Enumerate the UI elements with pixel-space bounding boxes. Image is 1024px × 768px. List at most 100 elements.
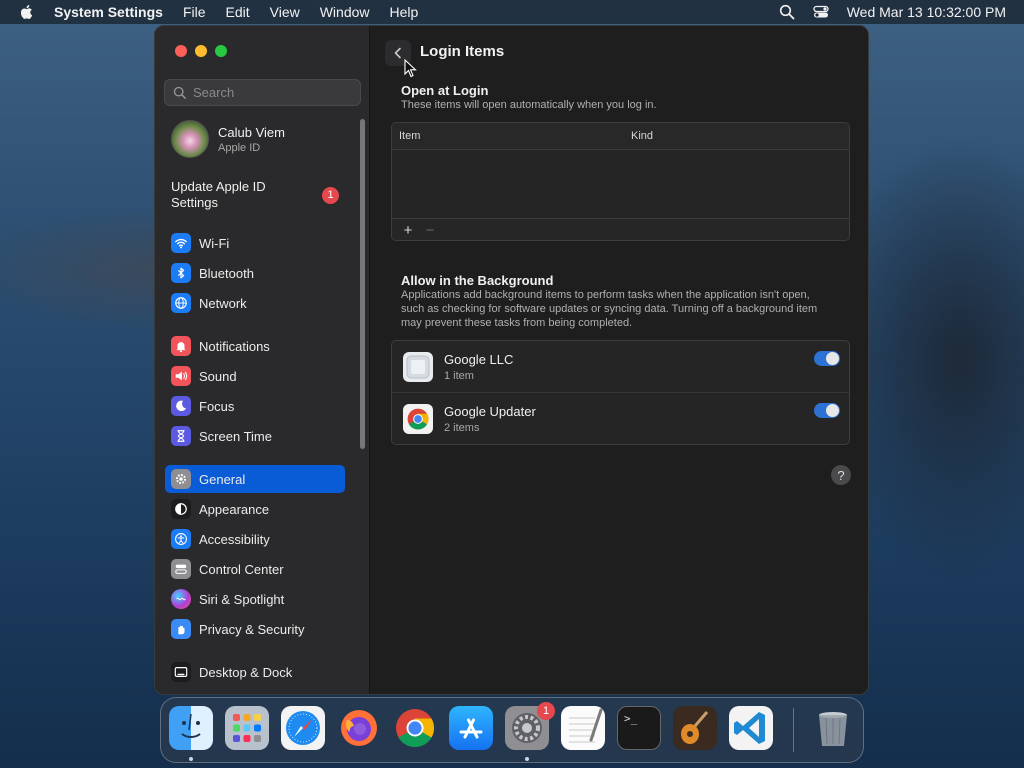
background-item-name: Google Updater xyxy=(444,404,536,419)
sidebar-item-control-center[interactable]: Control Center xyxy=(165,555,345,583)
sidebar-item-general[interactable]: General xyxy=(165,465,345,493)
bell-icon xyxy=(171,336,191,356)
globe-icon xyxy=(171,293,191,313)
sidebar: Calub Viem Apple ID Update Apple ID Sett… xyxy=(155,26,370,694)
sidebar-item-sound[interactable]: Sound xyxy=(165,362,345,390)
search-icon xyxy=(173,86,186,99)
help-button[interactable]: ? xyxy=(831,465,851,485)
background-item-count: 1 item xyxy=(444,369,474,382)
firefox-icon[interactable] xyxy=(337,706,381,750)
launchpad-icon[interactable] xyxy=(225,706,269,750)
add-login-item-button[interactable]: + xyxy=(397,221,419,239)
sidebar-item-screen-time[interactable]: Screen Time xyxy=(165,422,345,450)
textedit-icon[interactable] xyxy=(561,706,605,750)
menu-help[interactable]: Help xyxy=(390,4,419,20)
system-settings-icon[interactable]: 1 xyxy=(505,702,555,750)
zoom-window-button[interactable] xyxy=(215,45,227,57)
sidebar-scrollbar[interactable] xyxy=(360,119,365,449)
sidebar-item-label: Appearance xyxy=(199,501,270,517)
apple-id-profile[interactable]: Calub Viem Apple ID xyxy=(171,120,285,158)
spotlight-search-icon[interactable] xyxy=(779,4,795,20)
sidebar-item-label: General xyxy=(199,471,246,487)
profile-subtitle: Apple ID xyxy=(218,141,261,154)
sidebar-item-label: Sound xyxy=(199,368,237,384)
menubar-clock[interactable]: Wed Mar 13 10:32:00 PM xyxy=(847,4,1006,20)
menu-file[interactable]: File xyxy=(183,4,206,20)
menu-app-name[interactable]: System Settings xyxy=(54,4,163,20)
notification-badge: 1 xyxy=(322,186,339,204)
sidebar-item-label: Bluetooth xyxy=(199,265,254,281)
chrome-icon xyxy=(403,404,433,434)
terminal-icon[interactable]: >_ xyxy=(617,706,661,750)
app-store-icon[interactable] xyxy=(449,706,493,750)
background-item-name: Google LLC xyxy=(444,351,514,367)
sidebar-item-desktop-dock[interactable]: Desktop & Dock xyxy=(165,658,345,686)
menu-view[interactable]: View xyxy=(270,4,300,20)
sidebar-item-label: Privacy & Security xyxy=(199,621,305,637)
table-footer: + − xyxy=(392,218,849,240)
appearance-icon xyxy=(171,499,191,519)
update-apple-id-label: Update Apple ID Settings xyxy=(171,179,266,210)
sidebar-item-label: Wi-Fi xyxy=(199,235,230,251)
sidebar-item-privacy-security[interactable]: Privacy & Security xyxy=(165,615,345,643)
hourglass-icon xyxy=(171,426,191,446)
sidebar-item-accessibility[interactable]: Accessibility xyxy=(165,525,345,553)
table-header: Item Kind xyxy=(392,123,849,150)
finder-icon[interactable] xyxy=(169,706,213,750)
sidebar-item-focus[interactable]: Focus xyxy=(165,392,345,420)
sidebar-item-wifi[interactable]: Wi-Fi xyxy=(165,229,345,257)
sidebar-item-label: Control Center xyxy=(199,561,284,577)
dock-icon xyxy=(171,662,191,682)
avatar xyxy=(171,120,209,158)
control-center-menubar-icon[interactable] xyxy=(813,4,829,20)
sidebar-item-label: Siri & Spotlight xyxy=(199,591,285,607)
sidebar-item-appearance[interactable]: Appearance xyxy=(165,495,345,523)
terminal-prompt: >_ xyxy=(624,712,638,725)
sidebar-item-label: Screen Time xyxy=(199,428,272,444)
running-indicator xyxy=(189,757,193,761)
sidebar-item-network[interactable]: Network xyxy=(165,289,345,317)
open-at-login-description: These items will open automatically when… xyxy=(401,99,657,111)
bluetooth-icon xyxy=(171,263,191,283)
sidebar-item-siri-spotlight[interactable]: Siri & Spotlight xyxy=(165,585,345,613)
moon-icon xyxy=(171,396,191,416)
google-updater-toggle[interactable] xyxy=(814,403,840,418)
open-at-login-title: Open at Login xyxy=(401,83,489,98)
wifi-icon xyxy=(171,233,191,253)
system-settings-badge: 1 xyxy=(537,702,555,720)
guitar-icon[interactable] xyxy=(673,706,717,750)
search-input[interactable] xyxy=(193,85,353,100)
content-pane: Login Items Open at Login These items wi… xyxy=(371,26,868,694)
column-header-item[interactable]: Item xyxy=(392,130,623,142)
sidebar-search[interactable] xyxy=(164,79,361,106)
menu-bar: System Settings File Edit View Window He… xyxy=(0,0,1024,24)
profile-name: Calub Viem xyxy=(218,124,285,140)
chrome-icon[interactable] xyxy=(393,706,437,750)
remove-login-item-button[interactable]: − xyxy=(419,221,441,239)
close-window-button[interactable] xyxy=(175,45,187,57)
menu-window[interactable]: Window xyxy=(320,4,370,20)
running-indicator xyxy=(525,757,529,761)
window-controls xyxy=(175,45,235,57)
column-header-kind[interactable]: Kind xyxy=(623,130,653,142)
chevron-left-icon xyxy=(394,47,401,59)
sidebar-item-label: Notifications xyxy=(199,338,270,354)
accessibility-icon xyxy=(171,529,191,549)
speaker-icon xyxy=(171,366,191,386)
hand-icon xyxy=(171,619,191,639)
safari-icon[interactable] xyxy=(281,706,325,750)
login-items-table: Item Kind + − xyxy=(391,122,850,241)
minimize-window-button[interactable] xyxy=(195,45,207,57)
update-apple-id-settings[interactable]: Update Apple ID Settings 1 xyxy=(171,179,339,211)
allow-background-title: Allow in the Background xyxy=(401,273,554,288)
menu-edit[interactable]: Edit xyxy=(226,4,250,20)
sidebar-item-notifications[interactable]: Notifications xyxy=(165,332,345,360)
google-llc-toggle[interactable] xyxy=(814,351,840,366)
table-body xyxy=(392,150,849,218)
vscode-icon[interactable] xyxy=(729,706,773,750)
apple-menu-icon[interactable] xyxy=(18,3,36,21)
system-settings-window: Calub Viem Apple ID Update Apple ID Sett… xyxy=(154,25,869,695)
sidebar-item-bluetooth[interactable]: Bluetooth xyxy=(165,259,345,287)
mouse-cursor-icon xyxy=(404,59,417,78)
trash-icon[interactable] xyxy=(811,706,855,750)
